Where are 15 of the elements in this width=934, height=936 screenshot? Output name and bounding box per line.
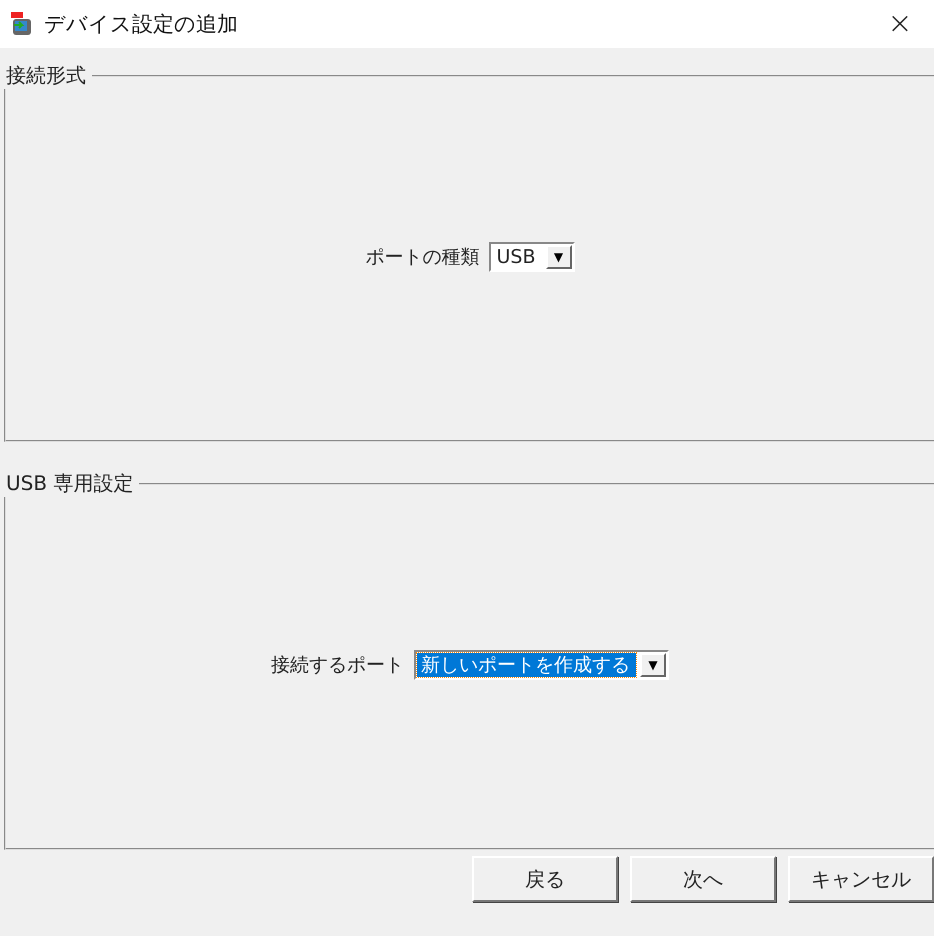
dropdown-value: USB [495, 244, 536, 268]
dropdown[interactable]: USB ▼ [489, 242, 574, 272]
dialog-button[interactable]: 戻る [472, 856, 618, 902]
dialog-button[interactable]: 次へ [630, 856, 776, 902]
field-label: ポートの種類 [365, 244, 480, 270]
window-title: デバイス設定の追加 [44, 11, 239, 38]
dropdown-arrow-button[interactable]: ▼ [640, 652, 666, 676]
dialog-button[interactable]: キャンセル [788, 856, 934, 902]
field-label: 接続するポート [271, 652, 404, 678]
dropdown-arrow-button[interactable]: ▼ [546, 244, 572, 268]
group-title: 接続形式 [5, 62, 87, 89]
group-title: USB 専用設定 [5, 470, 134, 497]
dropdown[interactable]: 新しいポートを作成する ▼ [414, 650, 669, 680]
close-button[interactable]: × [882, 9, 918, 39]
dropdown-value: 新しいポートを作成する [417, 652, 636, 676]
